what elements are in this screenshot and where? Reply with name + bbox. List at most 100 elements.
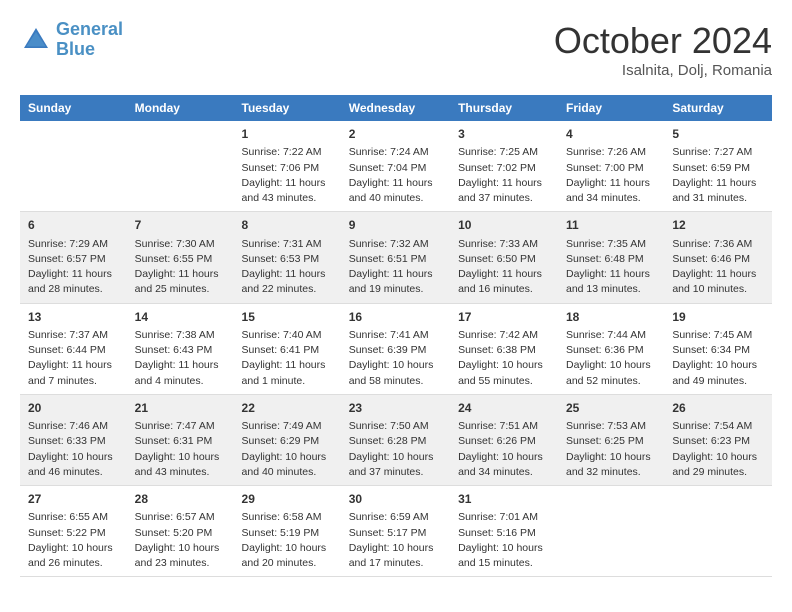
- calendar-cell: [20, 121, 127, 212]
- day-info: Sunrise: 7:26 AM Sunset: 7:00 PM Dayligh…: [566, 145, 656, 206]
- day-info: Sunrise: 6:57 AM Sunset: 5:20 PM Dayligh…: [135, 510, 226, 571]
- day-number: 16: [349, 309, 442, 326]
- calendar-cell: 24 Sunrise: 7:51 AM Sunset: 6:26 PM Dayli…: [450, 394, 558, 485]
- day-number: 23: [349, 400, 442, 417]
- logo-line1: General: [56, 19, 123, 39]
- day-number: 13: [28, 309, 119, 326]
- weekday-header-saturday: Saturday: [664, 95, 772, 121]
- day-info: Sunrise: 6:55 AM Sunset: 5:22 PM Dayligh…: [28, 510, 119, 571]
- day-number: 3: [458, 126, 550, 143]
- calendar-cell: 29 Sunrise: 6:58 AM Sunset: 5:19 PM Dayli…: [234, 486, 341, 577]
- logo-icon: [20, 24, 52, 56]
- calendar-cell: 22 Sunrise: 7:49 AM Sunset: 6:29 PM Dayli…: [234, 394, 341, 485]
- weekday-header-thursday: Thursday: [450, 95, 558, 121]
- day-number: 15: [242, 309, 333, 326]
- day-number: 14: [135, 309, 226, 326]
- calendar-cell: 21Sunrise: 7:47 AM Sunset: 6:31 PM Dayli…: [127, 394, 234, 485]
- day-number: 11: [566, 217, 656, 234]
- day-number: 29: [242, 491, 333, 508]
- day-number: 5: [672, 126, 764, 143]
- day-number: 27: [28, 491, 119, 508]
- week-row-1: 1 Sunrise: 7:22 AM Sunset: 7:06 PM Daylig…: [20, 121, 772, 212]
- weekday-header-monday: Monday: [127, 95, 234, 121]
- day-number: 6: [28, 217, 119, 234]
- logo-line2: Blue: [56, 39, 95, 59]
- calendar-cell: 26 Sunrise: 7:54 AM Sunset: 6:23 PM Dayli…: [664, 394, 772, 485]
- day-info: Sunrise: 7:36 AM Sunset: 6:46 PM Dayligh…: [672, 237, 764, 298]
- day-number: 18: [566, 309, 656, 326]
- day-number: 2: [349, 126, 442, 143]
- calendar-cell: [664, 486, 772, 577]
- calendar-cell: 30Sunrise: 6:59 AM Sunset: 5:17 PM Dayli…: [341, 486, 450, 577]
- week-row-4: 20 Sunrise: 7:46 AM Sunset: 6:33 PM Dayli…: [20, 394, 772, 485]
- day-info: Sunrise: 7:31 AM Sunset: 6:53 PM Dayligh…: [242, 237, 333, 298]
- weekday-header-friday: Friday: [558, 95, 664, 121]
- day-number: 19: [672, 309, 764, 326]
- weekday-header-tuesday: Tuesday: [234, 95, 341, 121]
- day-number: 17: [458, 309, 550, 326]
- calendar-cell: [127, 121, 234, 212]
- day-info: Sunrise: 7:37 AM Sunset: 6:44 PM Dayligh…: [28, 328, 119, 389]
- day-number: 28: [135, 491, 226, 508]
- day-info: Sunrise: 7:33 AM Sunset: 6:50 PM Dayligh…: [458, 237, 550, 298]
- day-info: Sunrise: 7:42 AM Sunset: 6:38 PM Dayligh…: [458, 328, 550, 389]
- day-info: Sunrise: 7:46 AM Sunset: 6:33 PM Dayligh…: [28, 419, 119, 480]
- day-info: Sunrise: 7:51 AM Sunset: 6:26 PM Dayligh…: [458, 419, 550, 480]
- calendar-cell: 8 Sunrise: 7:31 AM Sunset: 6:53 PM Daylig…: [234, 212, 341, 303]
- day-info: Sunrise: 7:41 AM Sunset: 6:39 PM Dayligh…: [349, 328, 442, 389]
- day-info: Sunrise: 7:49 AM Sunset: 6:29 PM Dayligh…: [242, 419, 333, 480]
- day-number: 4: [566, 126, 656, 143]
- day-number: 25: [566, 400, 656, 417]
- day-info: Sunrise: 7:25 AM Sunset: 7:02 PM Dayligh…: [458, 145, 550, 206]
- day-info: Sunrise: 7:30 AM Sunset: 6:55 PM Dayligh…: [135, 237, 226, 298]
- day-info: Sunrise: 7:35 AM Sunset: 6:48 PM Dayligh…: [566, 237, 656, 298]
- calendar-cell: 12 Sunrise: 7:36 AM Sunset: 6:46 PM Dayli…: [664, 212, 772, 303]
- calendar-cell: 19 Sunrise: 7:45 AM Sunset: 6:34 PM Dayli…: [664, 303, 772, 394]
- day-number: 1: [242, 126, 333, 143]
- calendar-cell: 13 Sunrise: 7:37 AM Sunset: 6:44 PM Dayli…: [20, 303, 127, 394]
- calendar-cell: 18 Sunrise: 7:44 AM Sunset: 6:36 PM Dayli…: [558, 303, 664, 394]
- calendar-cell: 6Sunrise: 7:29 AM Sunset: 6:57 PM Daylig…: [20, 212, 127, 303]
- calendar-cell: 2 Sunrise: 7:24 AM Sunset: 7:04 PM Daylig…: [341, 121, 450, 212]
- day-info: Sunrise: 6:58 AM Sunset: 5:19 PM Dayligh…: [242, 510, 333, 571]
- day-info: Sunrise: 7:32 AM Sunset: 6:51 PM Dayligh…: [349, 237, 442, 298]
- day-info: Sunrise: 7:53 AM Sunset: 6:25 PM Dayligh…: [566, 419, 656, 480]
- day-number: 24: [458, 400, 550, 417]
- page-header: General Blue October 2024 Isalnita, Dolj…: [20, 20, 772, 79]
- week-row-5: 27 Sunrise: 6:55 AM Sunset: 5:22 PM Dayli…: [20, 486, 772, 577]
- day-info: Sunrise: 7:24 AM Sunset: 7:04 PM Dayligh…: [349, 145, 442, 206]
- calendar-cell: 17 Sunrise: 7:42 AM Sunset: 6:38 PM Dayli…: [450, 303, 558, 394]
- weekday-header-row: SundayMondayTuesdayWednesdayThursdayFrid…: [20, 95, 772, 121]
- day-number: 8: [242, 217, 333, 234]
- calendar-cell: [558, 486, 664, 577]
- logo: General Blue: [20, 20, 123, 60]
- day-info: Sunrise: 7:38 AM Sunset: 6:43 PM Dayligh…: [135, 328, 226, 389]
- day-info: Sunrise: 7:44 AM Sunset: 6:36 PM Dayligh…: [566, 328, 656, 389]
- calendar-table: SundayMondayTuesdayWednesdayThursdayFrid…: [20, 95, 772, 577]
- day-number: 10: [458, 217, 550, 234]
- title-block: October 2024 Isalnita, Dolj, Romania: [554, 20, 772, 79]
- weekday-header-wednesday: Wednesday: [341, 95, 450, 121]
- day-number: 7: [135, 217, 226, 234]
- day-number: 26: [672, 400, 764, 417]
- calendar-cell: 31Sunrise: 7:01 AM Sunset: 5:16 PM Dayli…: [450, 486, 558, 577]
- day-info: Sunrise: 7:45 AM Sunset: 6:34 PM Dayligh…: [672, 328, 764, 389]
- weekday-header-sunday: Sunday: [20, 95, 127, 121]
- day-number: 20: [28, 400, 119, 417]
- day-number: 31: [458, 491, 550, 508]
- day-info: Sunrise: 7:54 AM Sunset: 6:23 PM Dayligh…: [672, 419, 764, 480]
- day-number: 21: [135, 400, 226, 417]
- day-info: Sunrise: 7:50 AM Sunset: 6:28 PM Dayligh…: [349, 419, 442, 480]
- day-info: Sunrise: 7:22 AM Sunset: 7:06 PM Dayligh…: [242, 145, 333, 206]
- calendar-cell: 20 Sunrise: 7:46 AM Sunset: 6:33 PM Dayli…: [20, 394, 127, 485]
- week-row-3: 13 Sunrise: 7:37 AM Sunset: 6:44 PM Dayli…: [20, 303, 772, 394]
- day-number: 30: [349, 491, 442, 508]
- calendar-cell: 16 Sunrise: 7:41 AM Sunset: 6:39 PM Dayli…: [341, 303, 450, 394]
- calendar-cell: 15 Sunrise: 7:40 AM Sunset: 6:41 PM Dayli…: [234, 303, 341, 394]
- calendar-cell: 10 Sunrise: 7:33 AM Sunset: 6:50 PM Dayli…: [450, 212, 558, 303]
- calendar-cell: 28 Sunrise: 6:57 AM Sunset: 5:20 PM Dayli…: [127, 486, 234, 577]
- day-info: Sunrise: 7:40 AM Sunset: 6:41 PM Dayligh…: [242, 328, 333, 389]
- day-number: 12: [672, 217, 764, 234]
- calendar-cell: 23 Sunrise: 7:50 AM Sunset: 6:28 PM Dayli…: [341, 394, 450, 485]
- day-number: 22: [242, 400, 333, 417]
